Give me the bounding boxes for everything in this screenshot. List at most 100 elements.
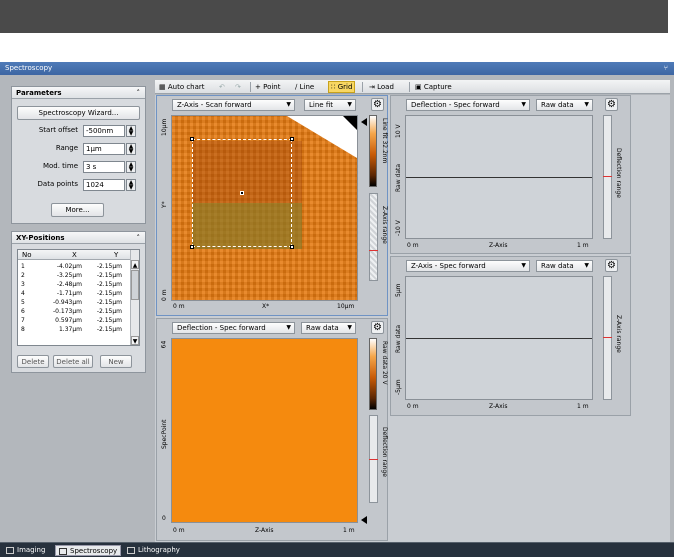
more-button[interactable]: More... bbox=[51, 203, 104, 217]
new-button[interactable]: New bbox=[100, 355, 132, 368]
collapse-icon[interactable]: ˄ bbox=[137, 234, 141, 242]
selection-handle[interactable] bbox=[190, 245, 194, 249]
filter-dropdown[interactable]: Line fit ▼ bbox=[304, 99, 356, 111]
tab-imaging-label: Imaging bbox=[17, 546, 46, 554]
spectroscopy-window: Spectroscopy ⑂ Parameters ˄ Spectroscopy… bbox=[0, 62, 674, 557]
auto-chart-button[interactable]: ▦ Auto chart bbox=[159, 82, 205, 92]
range-label: Z-Axis range bbox=[615, 315, 622, 353]
z-axis-plot[interactable] bbox=[405, 276, 593, 400]
range-spinner[interactable]: ▲ ▼ bbox=[126, 143, 136, 155]
scroll-thumb[interactable] bbox=[131, 270, 139, 300]
selection-handle[interactable] bbox=[190, 137, 194, 141]
filter-dropdown[interactable]: Raw data ▼ bbox=[536, 99, 593, 111]
x-axis-left-label: 0 m bbox=[173, 527, 185, 534]
channel-dropdown-value: Deflection - Spec forward bbox=[411, 101, 500, 109]
collapse-icon[interactable]: ˄ bbox=[137, 89, 141, 97]
tab-lithography[interactable]: Lithography bbox=[124, 545, 183, 556]
grid-button[interactable]: ∷ Grid bbox=[328, 81, 356, 93]
chevron-down-icon: ▼ bbox=[286, 101, 291, 108]
scroll-up-icon[interactable]: ▲ bbox=[131, 260, 139, 269]
load-icon: ⇥ bbox=[369, 83, 375, 91]
range-label: Range bbox=[55, 144, 78, 152]
table-scrollbar[interactable]: ▲ ▼ bbox=[130, 250, 139, 345]
load-button[interactable]: ⇥ Load bbox=[369, 82, 394, 92]
delete-button[interactable]: Delete bbox=[17, 355, 49, 368]
channel-dropdown[interactable]: Z-Axis - Spec forward ▼ bbox=[406, 260, 530, 272]
data-points-input[interactable]: 1024 bbox=[83, 179, 125, 191]
data-points-spinner[interactable]: ▲ ▼ bbox=[126, 179, 136, 191]
separator bbox=[250, 82, 251, 92]
row-y: -2.15µm bbox=[96, 299, 122, 306]
pin-icon[interactable]: ⑂ bbox=[664, 64, 668, 73]
col-no[interactable]: No bbox=[22, 250, 32, 260]
colorbar-pointer-icon[interactable] bbox=[361, 516, 367, 524]
undo-icon[interactable]: ↶ bbox=[219, 82, 225, 92]
scan-image[interactable] bbox=[171, 115, 358, 301]
xy-positions-table[interactable]: No X Y 1 -4.02µm -2.15µm 2 -3.25µm -2.15µm 3… bbox=[17, 249, 140, 346]
z-axis-range-slider[interactable] bbox=[369, 193, 378, 281]
spectroscopy-wizard-button[interactable]: Spectroscopy Wizard... bbox=[17, 106, 140, 120]
y-axis-label: Raw data bbox=[395, 163, 402, 192]
point-button[interactable]: + Point bbox=[255, 82, 281, 92]
row-no: 6 bbox=[21, 308, 25, 315]
selection-handle[interactable] bbox=[290, 137, 294, 141]
deflection-plot[interactable] bbox=[405, 115, 593, 239]
delete-all-button[interactable]: Delete all bbox=[53, 355, 93, 368]
selection-handle[interactable] bbox=[290, 245, 294, 249]
mod-time-spinner[interactable]: ▲ ▼ bbox=[126, 161, 136, 173]
filter-dropdown[interactable]: Raw data ▼ bbox=[301, 322, 356, 334]
z-axis-range-slider[interactable] bbox=[603, 276, 612, 400]
channel-dropdown[interactable]: Z-Axis - Scan forward ▼ bbox=[172, 99, 295, 111]
window-title: Spectroscopy bbox=[5, 64, 53, 72]
x-axis-right-label: 1 m bbox=[577, 403, 589, 410]
range-label: Z-Axis range bbox=[381, 206, 388, 244]
row-no: 2 bbox=[21, 272, 25, 279]
row-x: 0.597µm bbox=[55, 317, 82, 324]
auto-chart-label: Auto chart bbox=[167, 83, 205, 91]
deflection-range-slider[interactable] bbox=[603, 115, 612, 239]
xy-positions-header[interactable]: XY-Positions ˄ bbox=[12, 232, 145, 244]
chart-area: Z-Axis - Scan forward ▼ Line fit ▼ ⚙ 10µm … bbox=[155, 95, 670, 543]
y-axis-bottom-label: -10 V bbox=[395, 220, 402, 236]
chevron-down-icon: ▼ bbox=[584, 101, 589, 108]
gear-icon[interactable]: ⚙ bbox=[371, 98, 384, 111]
capture-button[interactable]: ▣ Capture bbox=[415, 82, 452, 92]
redo-icon[interactable]: ↷ bbox=[235, 82, 241, 92]
scroll-down-icon[interactable]: ▼ bbox=[131, 336, 139, 345]
tab-spectroscopy[interactable]: Spectroscopy bbox=[55, 545, 122, 556]
load-label: Load bbox=[377, 83, 394, 91]
filter-dropdown[interactable]: Raw data ▼ bbox=[536, 260, 593, 272]
start-offset-input[interactable]: -500nm bbox=[83, 125, 125, 137]
col-x[interactable]: X bbox=[72, 250, 77, 260]
col-y[interactable]: Y bbox=[114, 250, 118, 260]
range-label: Deflection range bbox=[615, 148, 622, 198]
chart-z-axis-curve[interactable]: Z-Axis - Spec forward ▼ Raw data ▼ ⚙ 5µm R… bbox=[390, 256, 631, 416]
row-no: 5 bbox=[21, 299, 25, 306]
line-icon: ∕ bbox=[295, 83, 298, 91]
point-label: Point bbox=[263, 83, 281, 91]
window-titlebar: Spectroscopy ⑂ bbox=[0, 62, 674, 75]
capture-label: Capture bbox=[423, 83, 452, 91]
grid-label: Grid bbox=[337, 83, 353, 91]
mod-time-input[interactable]: 3 s bbox=[83, 161, 125, 173]
chevron-down-icon: ▼ bbox=[347, 101, 352, 108]
selection-center-handle[interactable] bbox=[240, 191, 244, 195]
range-input[interactable]: 1µm bbox=[83, 143, 125, 155]
gear-icon[interactable]: ⚙ bbox=[605, 259, 618, 272]
line-button[interactable]: ∕ Line bbox=[295, 82, 314, 92]
chart-z-axis-image[interactable]: Z-Axis - Scan forward ▼ Line fit ▼ ⚙ 10µm … bbox=[156, 95, 388, 316]
chevron-down-icon: ▼ bbox=[521, 101, 526, 108]
channel-dropdown[interactable]: Deflection - Spec forward ▼ bbox=[172, 322, 295, 334]
zero-line bbox=[406, 177, 592, 178]
channel-dropdown[interactable]: Deflection - Spec forward ▼ bbox=[406, 99, 530, 111]
start-offset-spinner[interactable]: ▲ ▼ bbox=[126, 125, 136, 137]
chart-deflection-grid[interactable]: Deflection - Spec forward ▼ Raw data ▼ ⚙ 6… bbox=[156, 318, 388, 541]
gear-icon[interactable]: ⚙ bbox=[371, 321, 384, 334]
colorbar-pointer-icon[interactable] bbox=[361, 118, 367, 126]
parameters-header[interactable]: Parameters ˄ bbox=[12, 87, 145, 99]
gear-icon[interactable]: ⚙ bbox=[605, 98, 618, 111]
spec-grid-image[interactable] bbox=[171, 338, 358, 523]
y-axis-bottom-label: -5µm bbox=[395, 379, 402, 395]
tab-imaging[interactable]: Imaging bbox=[3, 545, 48, 556]
chart-deflection-curve[interactable]: Deflection - Spec forward ▼ Raw data ▼ ⚙ 1… bbox=[390, 95, 631, 254]
